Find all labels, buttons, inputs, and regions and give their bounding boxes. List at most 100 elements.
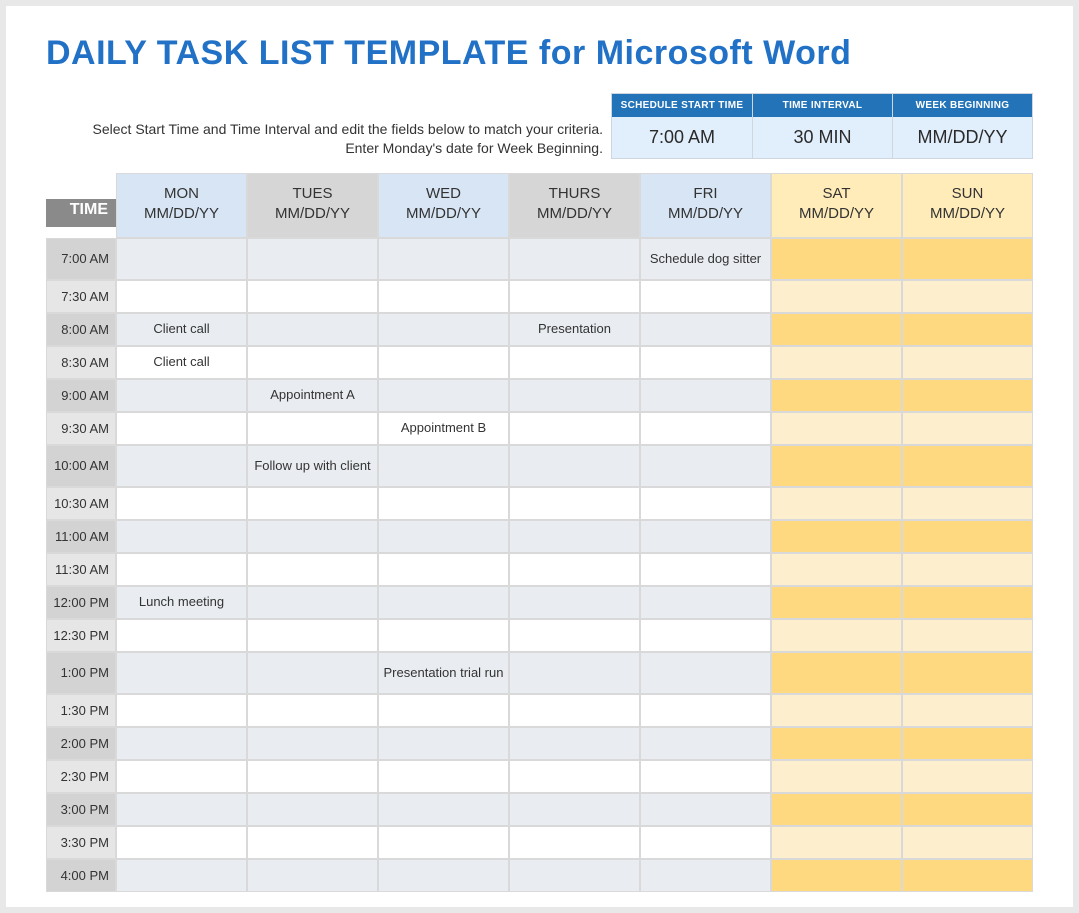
schedule-cell[interactable]: [116, 859, 247, 892]
schedule-cell[interactable]: [640, 553, 771, 586]
schedule-cell[interactable]: [640, 313, 771, 346]
schedule-cell[interactable]: [116, 238, 247, 280]
schedule-cell[interactable]: [509, 727, 640, 760]
schedule-cell[interactable]: Client call: [116, 346, 247, 379]
schedule-cell[interactable]: [771, 412, 902, 445]
schedule-cell[interactable]: [378, 487, 509, 520]
schedule-cell[interactable]: [771, 793, 902, 826]
schedule-cell[interactable]: [509, 520, 640, 553]
schedule-cell[interactable]: [378, 520, 509, 553]
schedule-cell[interactable]: [640, 379, 771, 412]
schedule-cell[interactable]: [771, 760, 902, 793]
schedule-cell[interactable]: [116, 412, 247, 445]
schedule-cell[interactable]: [116, 826, 247, 859]
schedule-cell[interactable]: [640, 412, 771, 445]
schedule-cell[interactable]: [247, 280, 378, 313]
schedule-cell[interactable]: [247, 238, 378, 280]
schedule-cell[interactable]: [116, 694, 247, 727]
schedule-cell[interactable]: [247, 313, 378, 346]
schedule-cell[interactable]: Lunch meeting: [116, 586, 247, 619]
schedule-cell[interactable]: [378, 379, 509, 412]
schedule-cell[interactable]: [378, 445, 509, 487]
schedule-cell[interactable]: [902, 586, 1033, 619]
schedule-cell[interactable]: [116, 619, 247, 652]
schedule-cell[interactable]: [247, 586, 378, 619]
schedule-cell[interactable]: [771, 487, 902, 520]
schedule-cell[interactable]: [509, 859, 640, 892]
schedule-cell[interactable]: [640, 694, 771, 727]
day-header-mon[interactable]: MONMM/DD/YY: [116, 173, 247, 238]
schedule-cell[interactable]: Appointment A: [247, 379, 378, 412]
schedule-cell[interactable]: [771, 238, 902, 280]
schedule-cell[interactable]: [771, 586, 902, 619]
schedule-cell[interactable]: [771, 694, 902, 727]
schedule-cell[interactable]: [902, 445, 1033, 487]
schedule-cell[interactable]: [509, 379, 640, 412]
schedule-cell[interactable]: [771, 727, 902, 760]
schedule-cell[interactable]: [247, 487, 378, 520]
schedule-cell[interactable]: [247, 760, 378, 793]
schedule-cell[interactable]: [378, 619, 509, 652]
control-interval-value[interactable]: 30 MIN: [753, 117, 892, 158]
schedule-cell[interactable]: [640, 445, 771, 487]
schedule-cell[interactable]: [902, 553, 1033, 586]
schedule-cell[interactable]: [509, 238, 640, 280]
schedule-cell[interactable]: [771, 280, 902, 313]
schedule-cell[interactable]: [378, 859, 509, 892]
schedule-cell[interactable]: [771, 379, 902, 412]
schedule-cell[interactable]: [247, 619, 378, 652]
schedule-cell[interactable]: [509, 346, 640, 379]
schedule-cell[interactable]: [116, 445, 247, 487]
schedule-cell[interactable]: [902, 826, 1033, 859]
schedule-cell[interactable]: [640, 280, 771, 313]
schedule-cell[interactable]: [378, 694, 509, 727]
schedule-cell[interactable]: [116, 793, 247, 826]
schedule-cell[interactable]: [509, 619, 640, 652]
day-header-sun[interactable]: SUNMM/DD/YY: [902, 173, 1033, 238]
schedule-cell[interactable]: Presentation trial run: [378, 652, 509, 694]
schedule-cell[interactable]: [771, 445, 902, 487]
schedule-cell[interactable]: [509, 487, 640, 520]
day-header-fri[interactable]: FRIMM/DD/YY: [640, 173, 771, 238]
schedule-cell[interactable]: [247, 652, 378, 694]
day-header-thurs[interactable]: THURSMM/DD/YY: [509, 173, 640, 238]
schedule-cell[interactable]: [509, 445, 640, 487]
schedule-cell[interactable]: [247, 826, 378, 859]
schedule-cell[interactable]: [378, 238, 509, 280]
schedule-cell[interactable]: [902, 238, 1033, 280]
schedule-cell[interactable]: [771, 619, 902, 652]
schedule-cell[interactable]: [378, 553, 509, 586]
schedule-cell[interactable]: [378, 826, 509, 859]
schedule-cell[interactable]: [247, 553, 378, 586]
schedule-cell[interactable]: [116, 379, 247, 412]
day-header-wed[interactable]: WEDMM/DD/YY: [378, 173, 509, 238]
schedule-cell[interactable]: [902, 487, 1033, 520]
schedule-cell[interactable]: [902, 313, 1033, 346]
control-week-begin-value[interactable]: MM/DD/YY: [893, 117, 1032, 158]
schedule-cell[interactable]: [247, 694, 378, 727]
schedule-cell[interactable]: [902, 760, 1033, 793]
schedule-cell[interactable]: [640, 487, 771, 520]
schedule-cell[interactable]: Appointment B: [378, 412, 509, 445]
schedule-cell[interactable]: [640, 346, 771, 379]
schedule-cell[interactable]: [509, 793, 640, 826]
schedule-cell[interactable]: [247, 412, 378, 445]
schedule-cell[interactable]: [902, 346, 1033, 379]
schedule-cell[interactable]: [116, 520, 247, 553]
schedule-cell[interactable]: [902, 793, 1033, 826]
schedule-cell[interactable]: [247, 793, 378, 826]
schedule-cell[interactable]: [902, 727, 1033, 760]
schedule-cell[interactable]: [509, 826, 640, 859]
schedule-cell[interactable]: [378, 586, 509, 619]
schedule-cell[interactable]: [640, 859, 771, 892]
schedule-cell[interactable]: [247, 859, 378, 892]
schedule-cell[interactable]: [771, 520, 902, 553]
schedule-cell[interactable]: [378, 793, 509, 826]
schedule-cell[interactable]: [378, 727, 509, 760]
schedule-cell[interactable]: [771, 313, 902, 346]
schedule-cell[interactable]: [116, 487, 247, 520]
schedule-cell[interactable]: [771, 826, 902, 859]
schedule-cell[interactable]: [116, 727, 247, 760]
schedule-cell[interactable]: [509, 652, 640, 694]
schedule-cell[interactable]: [902, 619, 1033, 652]
